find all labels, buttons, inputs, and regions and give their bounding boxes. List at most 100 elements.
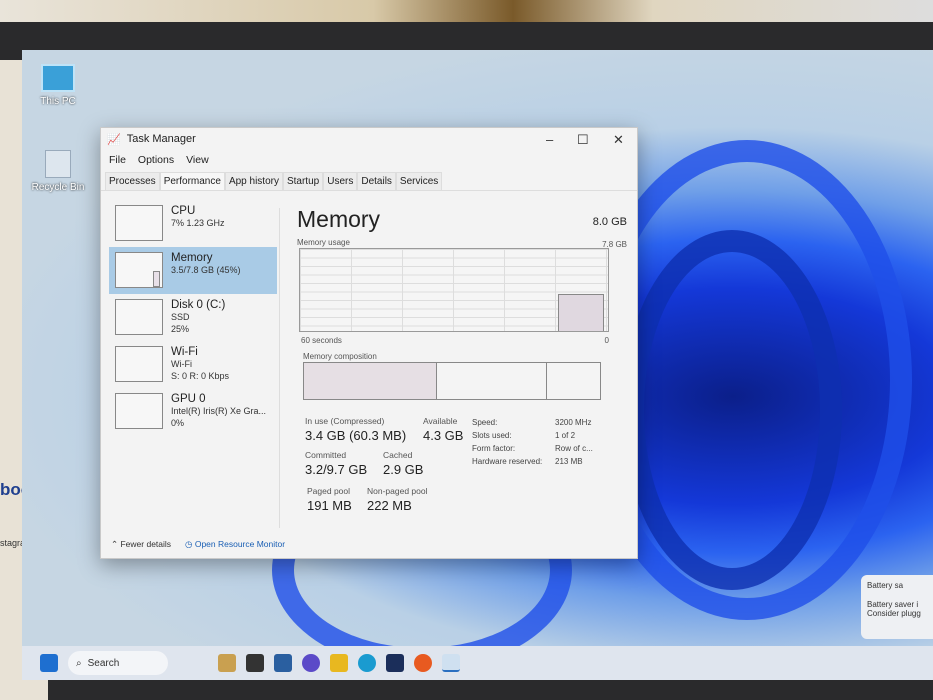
in-use-label: In use (Compressed) — [305, 416, 385, 426]
wifi-thumbnail-graph — [115, 346, 163, 382]
maximize-button[interactable]: ☐ — [577, 132, 589, 148]
search-icon: ⌕ — [76, 657, 82, 669]
monitor-icon — [41, 64, 75, 92]
memory-usage-fill — [558, 294, 604, 331]
item-name: CPU — [171, 205, 196, 217]
tab-startup[interactable]: Startup — [282, 172, 324, 190]
item-name: Disk 0 (C:) — [171, 299, 226, 311]
resource-list: CPU 7% 1.23 GHz Memory 3.5/7.8 GB (45%) Di… — [109, 200, 277, 435]
item-detail: 0% — [171, 418, 185, 428]
prop-label: Slots used: — [472, 431, 512, 440]
memory-panel: Memory 8.0 GB Memory usage 7.8 GB 60 sec… — [297, 206, 627, 513]
firefox-icon[interactable] — [414, 654, 432, 672]
cpu-thumbnail-graph — [115, 205, 163, 241]
file-explorer-icon[interactable] — [330, 654, 348, 672]
fewer-details-label: Fewer details — [120, 539, 172, 549]
item-detail: S: 0 R: 0 Kbps — [171, 371, 230, 381]
store-icon[interactable] — [386, 654, 404, 672]
tab-users[interactable]: Users — [323, 172, 358, 190]
desktop-icon-recycle-bin[interactable]: Recycle Bin — [28, 150, 88, 193]
tab-details[interactable]: Details — [357, 172, 396, 190]
task-view-icon[interactable] — [246, 654, 264, 672]
memory-usage-graph — [299, 248, 609, 332]
chat-icon[interactable] — [302, 654, 320, 672]
available-label: Available — [423, 416, 458, 426]
tab-performance[interactable]: Performance — [159, 172, 225, 190]
available-value: 4.3 GB — [423, 428, 464, 443]
paged-pool-value: 191 MB — [307, 498, 352, 513]
prop-value: Row of c... — [555, 444, 593, 453]
sidebar-item-cpu[interactable]: CPU 7% 1.23 GHz — [109, 200, 277, 247]
battery-saver-notification[interactable]: Battery sa Battery saver i Consider plug… — [861, 575, 933, 639]
menu-options[interactable]: Options — [138, 154, 174, 166]
menu-view[interactable]: View — [186, 154, 209, 166]
tab-processes[interactable]: Processes — [105, 172, 160, 190]
toast-line: Consider plugg — [867, 609, 921, 618]
edge-icon[interactable] — [358, 654, 376, 672]
memory-total: 8.0 GB — [592, 216, 627, 228]
window-title: Task Manager — [126, 133, 196, 145]
toast-title: Battery sa — [867, 581, 904, 590]
paged-pool-label: Paged pool — [307, 486, 351, 496]
item-detail: 3.5/7.8 GB (45%) — [171, 265, 241, 275]
sidebar-item-memory[interactable]: Memory 3.5/7.8 GB (45%) — [109, 247, 277, 294]
task-manager-icon: 📈 — [107, 133, 121, 146]
divider — [279, 208, 280, 528]
open-resource-monitor-link[interactable]: ◷ Open Resource Monitor — [185, 539, 285, 550]
item-detail: Wi-Fi — [171, 359, 192, 369]
composition-label: Memory composition — [303, 352, 377, 361]
resource-monitor-icon: ◷ — [185, 539, 195, 549]
icon-label: This PC — [40, 96, 76, 107]
usage-label: Memory usage — [297, 238, 350, 247]
recycle-bin-icon — [45, 150, 71, 178]
menu-file[interactable]: File — [109, 154, 126, 166]
task-manager-taskbar-icon[interactable] — [442, 654, 460, 672]
search-label: Search — [87, 657, 120, 669]
time-right-label: 0 — [604, 336, 609, 345]
snap-icon[interactable] — [274, 654, 292, 672]
sidebar-item-wifi[interactable]: Wi-Fi Wi-Fi S: 0 R: 0 Kbps — [109, 341, 277, 388]
desktop-icon-this-pc[interactable]: This PC — [28, 64, 88, 107]
memory-composition-bar — [303, 362, 601, 400]
tab-app-history[interactable]: App history — [224, 172, 283, 190]
fewer-details-button[interactable]: ⌃ Fewer details — [111, 539, 171, 550]
prop-value: 3200 MHz — [555, 418, 592, 427]
memory-thumbnail-graph — [115, 252, 163, 288]
committed-label: Committed — [305, 450, 347, 460]
prop-value: 1 of 2 — [555, 431, 576, 440]
gpu-thumbnail-graph — [115, 393, 163, 429]
start-icon[interactable] — [40, 654, 58, 672]
nonpaged-pool-value: 222 MB — [367, 498, 412, 513]
minimize-button[interactable]: – — [546, 132, 553, 147]
wallpaper-swirl — [622, 230, 842, 590]
in-use-value: 3.4 GB (60.3 MB) — [305, 428, 407, 443]
panel-title: Memory — [297, 206, 381, 232]
cached-label: Cached — [383, 450, 413, 460]
prop-label: Form factor: — [472, 444, 516, 453]
item-name: Memory — [171, 252, 213, 264]
resource-monitor-label: Open Resource Monitor — [194, 539, 286, 549]
task-manager-window: 📈 Task Manager – ☐ ✕ File Options View Pr… — [100, 127, 638, 559]
disk-thumbnail-graph — [115, 299, 163, 335]
time-left-label: 60 seconds — [301, 336, 342, 345]
taskbar: ⌕ Search — [22, 646, 933, 680]
prop-label: Speed: — [472, 418, 498, 427]
taskbar-search[interactable]: ⌕ Search — [68, 651, 168, 675]
toast-line: Battery saver i — [867, 600, 919, 609]
item-detail: 7% 1.23 GHz — [171, 218, 225, 228]
prop-value: 213 MB — [555, 457, 583, 466]
prop-label: Hardware reserved: — [472, 457, 543, 466]
tab-services[interactable]: Services — [395, 172, 443, 190]
icon-label: Recycle Bin — [31, 182, 85, 193]
item-name: GPU 0 — [171, 393, 206, 405]
item-detail: SSD — [171, 312, 190, 322]
item-detail: 25% — [171, 324, 190, 334]
sidebar-item-disk[interactable]: Disk 0 (C:) SSD 25% — [109, 294, 277, 341]
sidebar-item-gpu[interactable]: GPU 0 Intel(R) Iris(R) Xe Gra... 0% — [109, 388, 277, 435]
committed-value: 3.2/9.7 GB — [305, 462, 368, 477]
item-name: Wi-Fi — [171, 346, 198, 358]
item-detail: Intel(R) Iris(R) Xe Gra... — [171, 406, 267, 416]
cached-value: 2.9 GB — [383, 462, 424, 477]
widgets-icon[interactable] — [218, 654, 236, 672]
close-button[interactable]: ✕ — [613, 132, 624, 148]
